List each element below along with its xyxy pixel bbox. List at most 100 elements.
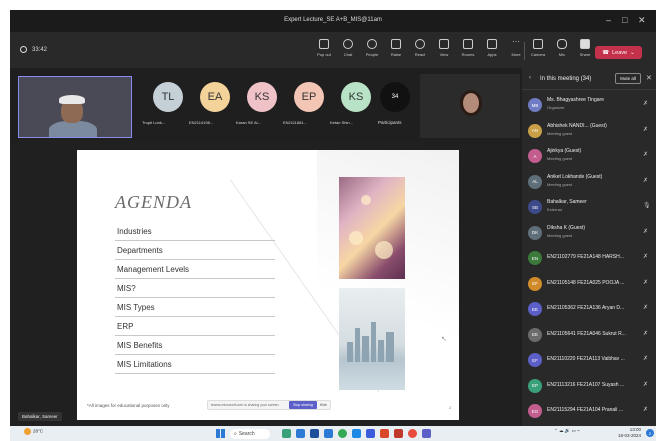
person-name: EN21115294 FE21A104 Pranali ... (547, 407, 623, 413)
share-button[interactable]: Share (573, 37, 597, 65)
participants-count-label: Participants (378, 120, 402, 125)
avatar: SB (528, 200, 542, 214)
close-icon[interactable]: ✕ (638, 15, 646, 26)
taskbar-search[interactable]: ⌕ Search (230, 429, 270, 439)
close-panel-icon[interactable]: ✕ (646, 74, 652, 82)
avatar: EE (528, 302, 542, 316)
people-list-item[interactable]: EE EN21105362 FE21A136 Aryan D... ✗ (528, 298, 652, 322)
apps-button[interactable]: Apps (480, 37, 504, 65)
hide-button[interactable]: Hide (317, 403, 330, 407)
taskbar-app-icon[interactable] (296, 429, 305, 438)
avatar: DK (528, 225, 542, 240)
bokeh-dot (375, 241, 393, 259)
mic-off-icon: ✗ (643, 177, 649, 184)
agenda-item: Departments (115, 241, 275, 260)
shared-slide: AGENDA Industries Departments Management… (77, 150, 459, 420)
more-icon: ··· (512, 37, 520, 46)
slide-number: 2 (449, 405, 452, 410)
people-list-item[interactable]: EE EN21105641 FE21A046 Sukrut R... ✗ (528, 324, 652, 348)
teams-taskbar-icon[interactable] (422, 429, 431, 438)
person-name: EN21110220 FE21A113 Vaibhav ... (547, 356, 625, 362)
taskbar-app-icon[interactable] (324, 429, 333, 438)
teams-window: Expert Lecture_SE A+B_MIS@11am – □ ✕ 33:… (10, 10, 656, 441)
taskbar-app-icon[interactable] (380, 429, 389, 438)
chat-button[interactable]: Chat (336, 37, 360, 65)
people-list-item[interactable]: MB Ms. Bhagyashree Tingare Organizer ✗ (528, 94, 652, 118)
taskbar-app-icon[interactable] (366, 429, 375, 438)
agenda-item: MIS? (115, 279, 275, 298)
sun-icon (24, 428, 31, 435)
rooms-button[interactable]: Rooms (456, 37, 480, 65)
participant-avatar[interactable]: EP (294, 82, 324, 112)
person-name: Bahalkar, Sameer (547, 199, 587, 205)
taskbar-app-icon[interactable] (394, 429, 403, 438)
stop-sharing-button[interactable]: Stop sharing (289, 401, 317, 409)
presenter-cap (59, 95, 85, 104)
taskbar-clock[interactable]: 13:00 18-03-2024 (618, 427, 641, 439)
person-role: External (547, 207, 562, 212)
presenter-video[interactable] (18, 76, 132, 138)
notification-badge[interactable]: 2 (646, 429, 654, 437)
people-list-item[interactable]: A Ajinkya (Guest) Meeting guest ✗ (528, 145, 652, 169)
people-list-item[interactable]: SB Bahalkar, Sameer External 🎙 (528, 196, 652, 220)
minimize-icon[interactable]: – (606, 15, 611, 25)
people-list-item[interactable]: EF EN21105148 FE21A025 POOJA ... ✗ (528, 273, 652, 297)
people-list-item[interactable]: DK Diksha K (Guest) Meeting guest ✗ (528, 222, 652, 246)
maximize-icon[interactable]: □ (622, 15, 627, 25)
person-role: Meeting guest (547, 232, 573, 238)
people-list-item[interactable]: EG EN21115294 FE21A104 Pranali ... ✗ (528, 400, 652, 424)
mic-off-icon (557, 39, 567, 49)
person-name: EN21105641 FE21A046 Sukrut R... (547, 330, 626, 337)
system-tray[interactable]: ⌃ ☁ 🔊 ▭ ⌁ (554, 428, 580, 434)
participant-avatar[interactable]: KS (341, 82, 371, 112)
taskbar-app-icon[interactable] (352, 429, 361, 438)
taskbar-app-icon[interactable] (338, 429, 347, 438)
rooms-icon (463, 39, 473, 49)
taskbar-app-icon[interactable] (310, 429, 319, 438)
participant-avatar[interactable]: EA (200, 82, 230, 112)
pop-out-button[interactable]: Pop out (312, 37, 336, 65)
people-list-item[interactable]: AN Abhishek NANDI... (Guest) Meeting guest… (528, 120, 652, 144)
avatar: MB (528, 98, 542, 112)
mic-button[interactable]: Mic (550, 37, 574, 65)
person-name: Abhishek NANDI... (Guest) (547, 122, 607, 129)
participants-count-button[interactable]: 34 (380, 82, 410, 112)
participant-name: EN2114198... (189, 120, 214, 125)
clock-icon (20, 46, 27, 53)
react-icon (415, 39, 425, 49)
weather-widget[interactable]: 28°C (24, 428, 43, 435)
participant-video[interactable] (420, 74, 520, 138)
person-role: Organizer (547, 105, 565, 110)
participant-avatar[interactable]: KS (247, 82, 277, 112)
raise-hand-icon (391, 39, 401, 49)
mic-off-icon: ✗ (643, 101, 649, 107)
view-button[interactable]: View (432, 37, 456, 65)
avatar: EE (528, 327, 542, 342)
participant-avatar[interactable]: TL (153, 82, 183, 112)
mute-all-button[interactable]: Mute all (615, 73, 641, 84)
building (378, 340, 384, 362)
agenda-item: Management Levels (115, 260, 275, 279)
people-list-item[interactable]: EF EN21110220 FE21A113 Vaibhav ... ✗ (528, 349, 652, 373)
mic-off-icon: ✗ (643, 279, 649, 286)
people-list-item[interactable]: AL Aniket Lokhande (Guest) Meeting guest ✗ (528, 171, 652, 195)
slide-footnote: *All images for educational purposes onl… (87, 403, 170, 408)
windows-start-icon[interactable] (216, 429, 225, 438)
raise-hand-button[interactable]: Raise (384, 37, 408, 65)
taskbar-app-icon[interactable] (282, 429, 291, 438)
city-skyline-image (339, 288, 405, 390)
people-button[interactable]: People (360, 37, 384, 65)
participant-name: Trupti Lonk... (142, 120, 166, 125)
participant-strip: TL Trupti Lonk... EA EN2114198... KS Kar… (10, 68, 520, 140)
mic-off-icon: ✗ (643, 126, 649, 133)
people-list-item[interactable]: EP EN21113216 FE21A107 Suyash ... ✗ (528, 375, 652, 399)
mic-off-icon: ✗ (643, 330, 649, 337)
react-button[interactable]: React (408, 37, 432, 65)
person-name: Ajinkya (Guest) (547, 148, 582, 154)
presenter-shirt (49, 121, 97, 137)
taskbar-app-icon[interactable] (408, 429, 417, 438)
chevron-left-icon[interactable]: ‹ (529, 75, 531, 81)
camera-button[interactable]: Camera (526, 37, 550, 65)
leave-button[interactable]: ☎ Leave ⌄ (595, 46, 642, 59)
people-list-item[interactable]: EN EN21102779 FE21A148 HARSH... ✗ (528, 247, 652, 271)
